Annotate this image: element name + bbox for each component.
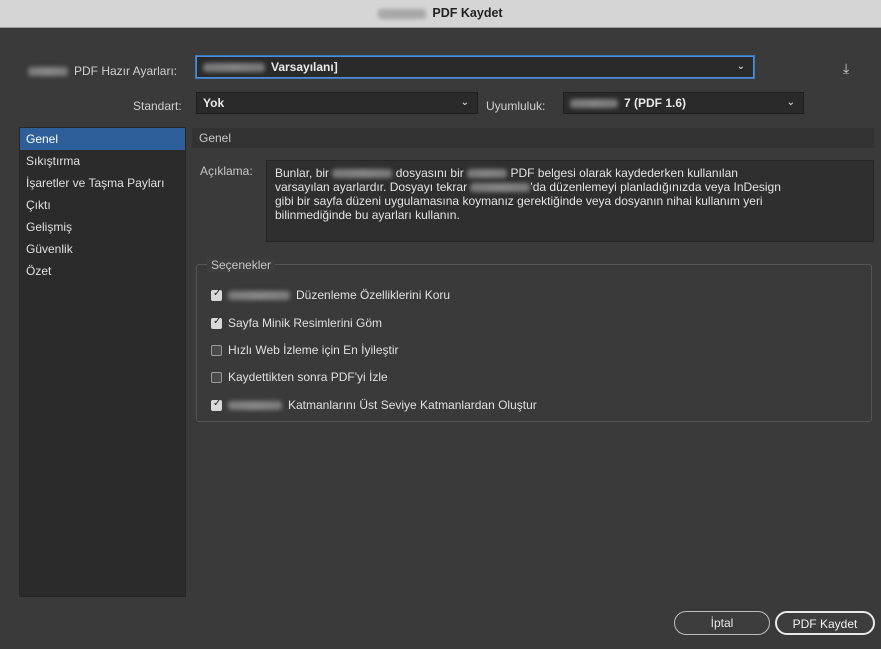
sidebar-item-1[interactable]: Sıkıştırma xyxy=(20,150,185,172)
sidebar-item-0[interactable]: Genel xyxy=(20,128,185,150)
option-keep-editing[interactable]: Düzenleme Özelliklerini Koru xyxy=(211,288,450,302)
checkbox[interactable] xyxy=(211,288,222,301)
redacted-text xyxy=(332,169,393,179)
save-preset-icon[interactable]: ⤓ xyxy=(843,60,849,77)
compat-label: Uyumluluk: xyxy=(486,99,546,113)
option-fast-web[interactable]: Hızlı Web İzleme için En İyileştir xyxy=(211,343,399,357)
cancel-button[interactable]: İptal xyxy=(674,611,770,635)
redacted-text xyxy=(228,290,290,300)
description-label: Açıklama: xyxy=(200,164,253,178)
section-title: Genel xyxy=(192,128,874,148)
preset-label: PDF Hazır Ayarları: xyxy=(28,64,177,78)
sidebar-item-6[interactable]: Özet xyxy=(20,260,185,282)
save-pdf-button[interactable]: PDF Kaydet xyxy=(775,611,875,635)
option-view-after-save[interactable]: Kaydettikten sonra PDF'yi İzle xyxy=(211,370,388,384)
chevron-down-icon: ⌄ xyxy=(786,97,795,108)
redacted-text xyxy=(203,63,265,73)
redacted-text xyxy=(570,99,618,109)
description-box: Bunlar, bir dosyasını bir PDF belgesi ol… xyxy=(266,160,874,242)
redacted-text xyxy=(28,67,68,77)
chevron-down-icon: ⌄ xyxy=(460,97,469,108)
sidebar-item-2[interactable]: İşaretler ve Taşma Payları xyxy=(20,172,185,194)
title-bar: PDF Kaydet xyxy=(0,0,881,28)
checkbox[interactable] xyxy=(211,344,222,356)
redacted-text xyxy=(228,400,282,410)
redacted-text xyxy=(470,183,531,193)
redacted-text xyxy=(467,169,508,179)
window-title: PDF Kaydet xyxy=(0,6,881,20)
checkbox[interactable] xyxy=(211,316,222,329)
compat-select[interactable]: 7 (PDF 1.6) ⌄ xyxy=(563,92,804,114)
standard-select[interactable]: Yok ⌄ xyxy=(196,92,478,114)
redacted-text xyxy=(378,8,427,19)
sidebar-item-3[interactable]: Çıktı xyxy=(20,194,185,216)
option-create-layers[interactable]: Katmanlarını Üst Seviye Katmanlardan Olu… xyxy=(211,398,537,412)
option-embed-thumbnails[interactable]: Sayfa Minik Resimlerini Göm xyxy=(211,316,382,330)
options-title: Seçenekler xyxy=(207,258,276,272)
sidebar-item-4[interactable]: Gelişmiş xyxy=(20,216,185,238)
sidebar-item-5[interactable]: Güvenlik xyxy=(20,238,185,260)
checkbox[interactable] xyxy=(211,371,222,383)
chevron-down-icon: ⌄ xyxy=(736,61,745,72)
standard-label: Standart: xyxy=(133,99,182,113)
checkbox[interactable] xyxy=(211,398,222,411)
preset-select[interactable]: Varsayılanı] ⌄ xyxy=(196,56,754,78)
sidebar: Genel Sıkıştırma İşaretler ve Taşma Paylar… xyxy=(19,127,186,597)
